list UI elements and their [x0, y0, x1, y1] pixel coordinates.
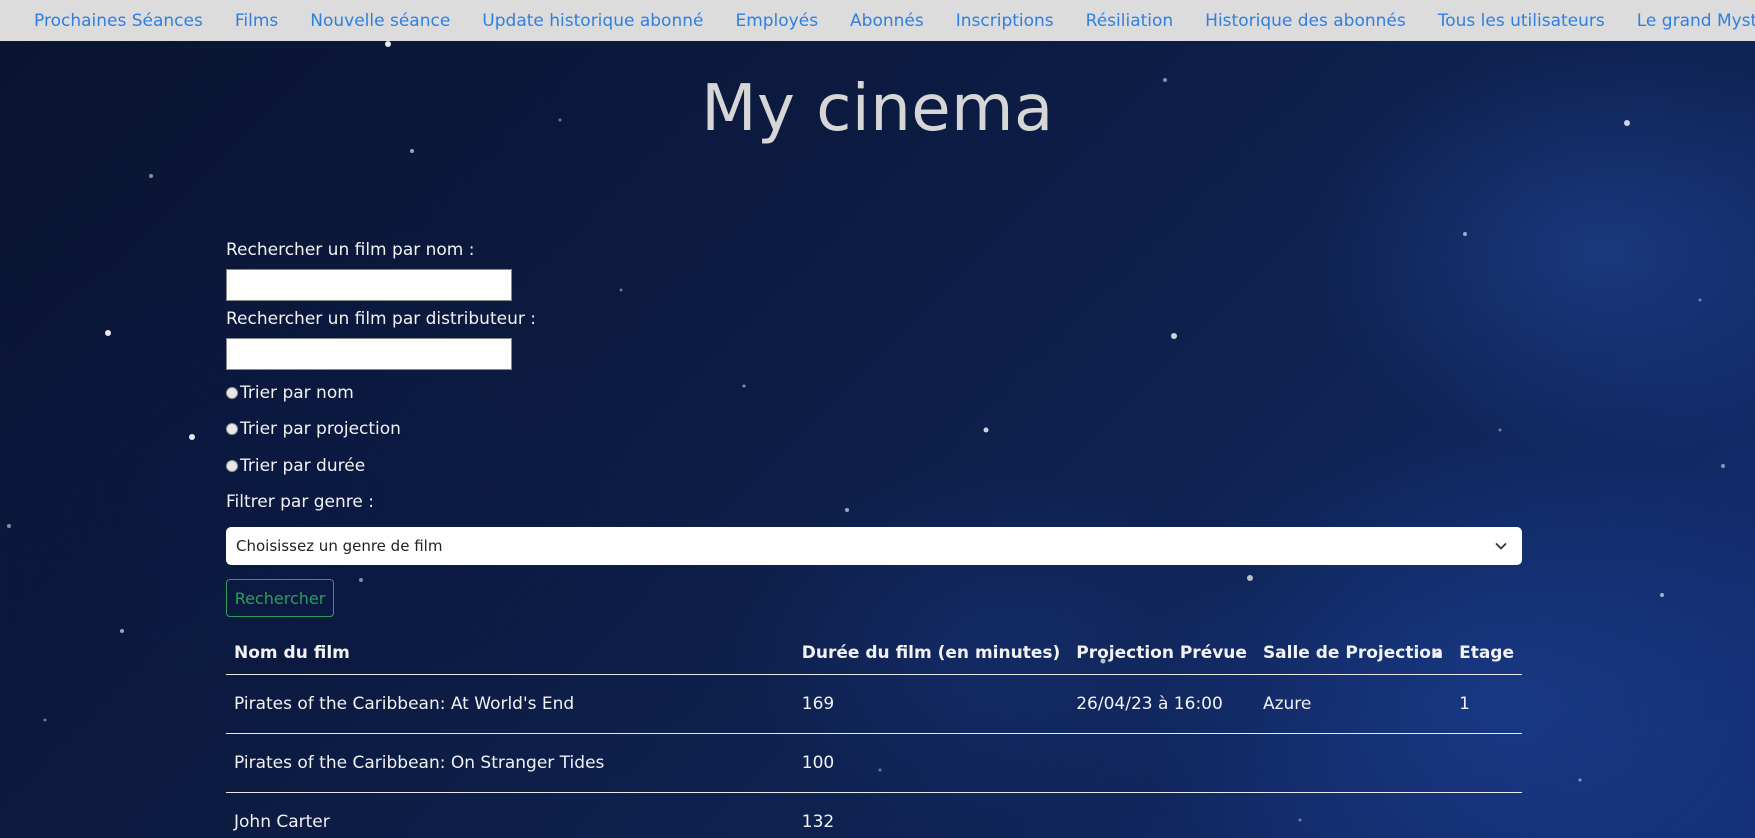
- cell-planned-projection: [1068, 733, 1255, 793]
- page-title: My cinema: [701, 72, 1054, 146]
- cell-planned-projection: 26/04/23 à 16:00: [1068, 674, 1255, 734]
- search-distributor-input[interactable]: [226, 338, 512, 370]
- cell-film-duration: 132: [793, 792, 1069, 838]
- table-header-row: Nom du film Durée du film (en minutes) P…: [226, 632, 1522, 675]
- search-button[interactable]: Rechercher: [226, 579, 334, 617]
- nav-employes[interactable]: Employés: [735, 11, 818, 31]
- nav-nouvelle-seance[interactable]: Nouvelle séance: [310, 11, 450, 31]
- genre-select[interactable]: Choisissez un genre de film: [226, 527, 1522, 565]
- cell-floor: 1: [1451, 674, 1522, 734]
- nav-historique-des-abonnes[interactable]: Historique des abonnés: [1205, 11, 1406, 31]
- cell-projection-room: [1254, 733, 1452, 793]
- genre-select-value: Choisissez un genre de film: [236, 537, 443, 555]
- table-row: John Carter 132: [226, 792, 1522, 838]
- header-film-duration: Durée du film (en minutes): [793, 632, 1069, 675]
- top-navbar: Prochaines Séances Films Nouvelle séance…: [0, 0, 1755, 41]
- cell-film-name: Pirates of the Caribbean: At World's End: [226, 674, 794, 734]
- chevron-down-icon: [1495, 543, 1507, 550]
- cell-projection-room: Azure: [1254, 674, 1452, 734]
- nav-prochaines-seances[interactable]: Prochaines Séances: [34, 11, 203, 31]
- nav-le-grand-mystere[interactable]: Le grand Mystère: [1637, 11, 1755, 31]
- sort-by-duration-label: Trier par durée: [240, 456, 366, 476]
- sort-by-name-radio[interactable]: [226, 387, 238, 399]
- search-name-input[interactable]: [226, 269, 512, 301]
- cell-film-duration: 100: [793, 733, 1069, 793]
- table-row: Pirates of the Caribbean: At World's End…: [226, 674, 1522, 734]
- nav-resiliation[interactable]: Résiliation: [1086, 11, 1174, 31]
- nav-tous-les-utilisateurs[interactable]: Tous les utilisateurs: [1438, 11, 1605, 31]
- search-name-label: Rechercher un film par nom :: [226, 240, 475, 260]
- search-distributor-label: Rechercher un film par distributeur :: [226, 309, 536, 329]
- cell-floor: [1451, 733, 1522, 793]
- cell-film-name: Pirates of the Caribbean: On Stranger Ti…: [226, 733, 794, 793]
- cell-planned-projection: [1068, 792, 1255, 838]
- nav-abonnes[interactable]: Abonnés: [850, 11, 924, 31]
- header-film-name: Nom du film: [226, 632, 794, 675]
- cell-projection-room: [1254, 792, 1452, 838]
- films-table: Nom du film Durée du film (en minutes) P…: [226, 632, 1522, 838]
- genre-filter-label: Filtrer par genre :: [226, 492, 374, 512]
- sort-by-projection-label: Trier par projection: [240, 419, 401, 439]
- sort-by-name-option[interactable]: Trier par nom: [226, 382, 354, 404]
- nav-films[interactable]: Films: [235, 11, 278, 31]
- cell-film-duration: 169: [793, 674, 1069, 734]
- nav-inscriptions[interactable]: Inscriptions: [956, 11, 1054, 31]
- table-row: Pirates of the Caribbean: On Stranger Ti…: [226, 733, 1522, 793]
- sort-by-duration-option[interactable]: Trier par durée: [226, 455, 365, 477]
- cell-film-name: John Carter: [226, 792, 794, 838]
- nav-update-historique-abonne[interactable]: Update historique abonné: [482, 11, 703, 31]
- cell-floor: [1451, 792, 1522, 838]
- header-floor: Etage: [1451, 632, 1522, 675]
- sort-by-projection-option[interactable]: Trier par projection: [226, 418, 401, 440]
- sort-by-projection-radio[interactable]: [226, 423, 238, 435]
- sort-by-duration-radio[interactable]: [226, 460, 238, 472]
- sort-by-name-label: Trier par nom: [240, 383, 354, 403]
- header-planned-projection: Projection Prévue: [1068, 632, 1255, 675]
- header-projection-room: Salle de Projection: [1254, 632, 1452, 675]
